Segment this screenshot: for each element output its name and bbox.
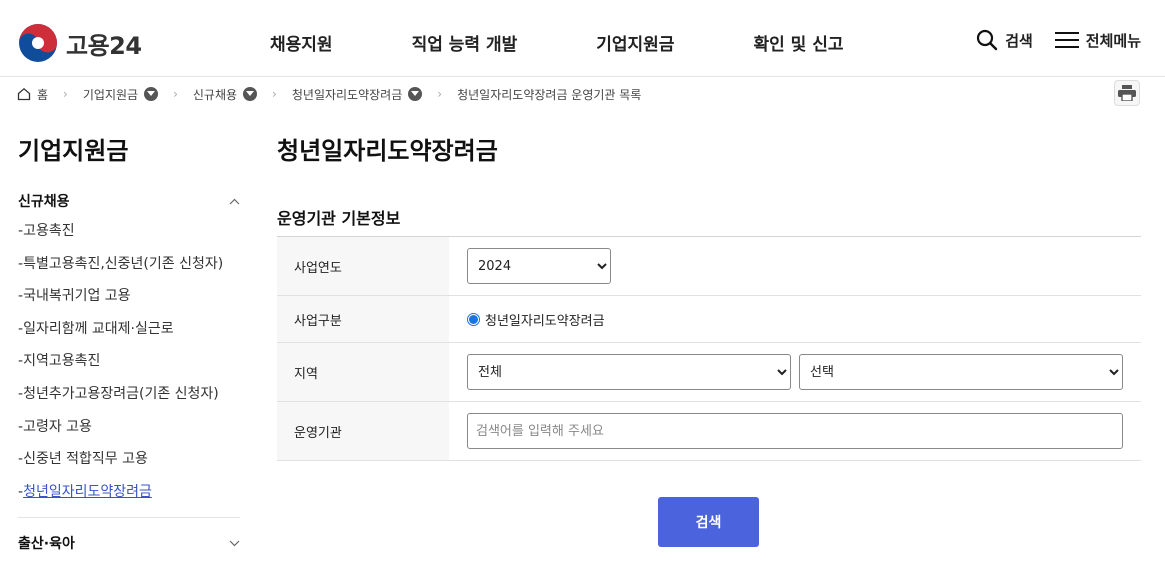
all-menu-button[interactable]: 전체메뉴 [1054, 30, 1141, 51]
search-icon [977, 29, 998, 51]
sidebar-group-label: 신규채용 [18, 194, 70, 210]
form-row-type: 사업구분 청년일자리도약장려금 [277, 296, 1141, 343]
search-form-table: 사업연도 2024 사업구분 청년일자리도약장려금 지역 전체 선택 운영기관 [277, 236, 1141, 461]
printer-icon [1118, 85, 1136, 101]
chevron-right-icon: › [63, 87, 68, 101]
year-label: 사업연도 [277, 237, 449, 295]
search-button[interactable]: 검색 [976, 29, 1033, 51]
nav-employer-subsidy[interactable]: 기업지원금 [596, 30, 674, 55]
chevron-right-icon: › [437, 87, 443, 101]
sidebar-item-label: 청년일자리도약장려금 [23, 483, 152, 500]
region-label: 지역 [277, 343, 449, 401]
site-logo[interactable]: 고용24 [18, 23, 142, 63]
organization-label: 운영기관 [277, 402, 449, 460]
form-row-year: 사업연도 2024 [277, 237, 1141, 296]
sidebar-divider [18, 517, 240, 518]
dropdown-arrow-icon[interactable] [408, 87, 423, 101]
print-button[interactable] [1114, 80, 1140, 106]
region-select[interactable]: 전체 [467, 354, 791, 390]
year-cell: 2024 [449, 237, 1141, 295]
sidebar-item[interactable]: -고용촉진 [18, 222, 223, 255]
form-row-region: 지역 전체 선택 [277, 343, 1141, 402]
home-icon [17, 87, 31, 101]
organization-search-input[interactable] [467, 413, 1123, 449]
sidebar-item[interactable]: -국내복귀기업 고용 [18, 287, 223, 320]
search-label: 검색 [1005, 31, 1033, 50]
sidebar-group-label: 출산·육아 [18, 536, 75, 552]
sidebar-item-label: 고령자 고용 [23, 418, 92, 435]
page-title: 청년일자리도약장려금 [277, 137, 498, 165]
sidebar-item[interactable]: -신중년 적합직무 고용 [18, 450, 223, 483]
sidebar-item-label: 국내복귀기업 고용 [23, 288, 131, 305]
sub-region-select[interactable]: 선택 [799, 354, 1123, 390]
chevron-up-icon [229, 198, 240, 204]
section-title: 운영기관 기본정보 [277, 209, 401, 228]
sidebar-item-label: 지역고용촉진 [23, 353, 101, 370]
breadcrumb-home[interactable]: 홈 [17, 86, 48, 103]
dropdown-arrow-icon[interactable] [144, 87, 159, 101]
sidebar-item[interactable]: -지역고용촉진 [18, 352, 223, 385]
sidebar-group-childcare[interactable]: 출산·육아 [18, 533, 240, 553]
radio-checked-icon[interactable] [467, 312, 480, 326]
type-label: 사업구분 [277, 296, 449, 342]
nav-verify-report[interactable]: 확인 및 신고 [753, 30, 843, 55]
breadcrumb-current: 청년일자리도약장려금 운영기관 목록 [457, 86, 641, 103]
hamburger-icon [1054, 32, 1079, 48]
nav-recruit-support[interactable]: 채용지원 [270, 30, 333, 55]
sidebar-item[interactable]: -특별고용촉진,신중년(기존 신청자) [18, 255, 223, 288]
breadcrumb-label: 기업지원금 [82, 87, 139, 102]
type-radio-option[interactable]: 청년일자리도약장려금 [467, 310, 605, 329]
main-nav: 채용지원 직업 능력 개발 기업지원금 확인 및 신고 [270, 30, 844, 55]
region-cell: 전체 선택 [449, 343, 1141, 401]
sidebar-submenu: -고용촉진 -특별고용촉진,신중년(기존 신청자) -국내복귀기업 고용 -일자… [18, 222, 223, 515]
organization-cell [449, 402, 1141, 460]
nav-skill-development[interactable]: 직업 능력 개발 [412, 30, 518, 55]
sidebar-item-label: 신중년 적합직무 고용 [23, 451, 148, 468]
logo-text: 고용24 [66, 31, 142, 60]
site-header: 고용24 채용지원 직업 능력 개발 기업지원금 확인 및 신고 검색 전체메뉴 [0, 0, 1165, 77]
type-radio-label: 청년일자리도약장려금 [485, 313, 605, 329]
sidebar-group-new-hire[interactable]: 신규채용 [18, 191, 240, 211]
sidebar-item[interactable]: -일자리함께 교대제·실근로 [18, 320, 223, 353]
dropdown-arrow-icon[interactable] [243, 87, 258, 101]
all-menu-label: 전체메뉴 [1085, 31, 1141, 50]
breadcrumb: 홈 › 기업지원금 › 신규채용 › 청년일자리도약장려금 › 청년일자리도약장… [17, 82, 641, 106]
breadcrumb-label: 청년일자리도약장려금 [291, 87, 403, 102]
sidebar-item-label: 고용촉진 [23, 223, 75, 239]
chevron-right-icon: › [272, 87, 277, 101]
utility-menu: 검색 전체메뉴 [976, 29, 1141, 51]
sidebar-item[interactable]: -청년추가고용장려금(기존 신청자) [18, 385, 223, 418]
sidebar-item-label: 일자리함께 교대제·실근로 [23, 320, 174, 337]
breadcrumb-item[interactable]: 신규채용 [192, 86, 258, 103]
sidebar-item-active[interactable]: -청년일자리도약장려금 [18, 483, 223, 516]
breadcrumb-home-label: 홈 [37, 87, 49, 102]
sidebar-item[interactable]: -고령자 고용 [18, 418, 223, 451]
taegeuk-logo-icon [19, 24, 57, 62]
breadcrumb-item[interactable]: 기업지원금 [82, 86, 159, 103]
sidebar-item-label: 특별고용촉진,신중년(기존 신청자) [23, 255, 224, 272]
type-cell: 청년일자리도약장려금 [449, 296, 1141, 342]
chevron-down-icon [229, 540, 240, 546]
breadcrumb-label: 신규채용 [192, 87, 238, 102]
year-select[interactable]: 2024 [467, 248, 611, 284]
breadcrumb-item[interactable]: 청년일자리도약장려금 [291, 86, 423, 103]
sidebar-title: 기업지원금 [18, 137, 129, 165]
form-row-organization: 운영기관 [277, 402, 1141, 461]
submit-search-button[interactable]: 검색 [658, 497, 759, 547]
chevron-right-icon: › [173, 87, 178, 101]
breadcrumb-current-label: 청년일자리도약장려금 운영기관 목록 [457, 87, 642, 102]
sidebar-item-label: 청년추가고용장려금(기존 신청자) [23, 385, 219, 402]
